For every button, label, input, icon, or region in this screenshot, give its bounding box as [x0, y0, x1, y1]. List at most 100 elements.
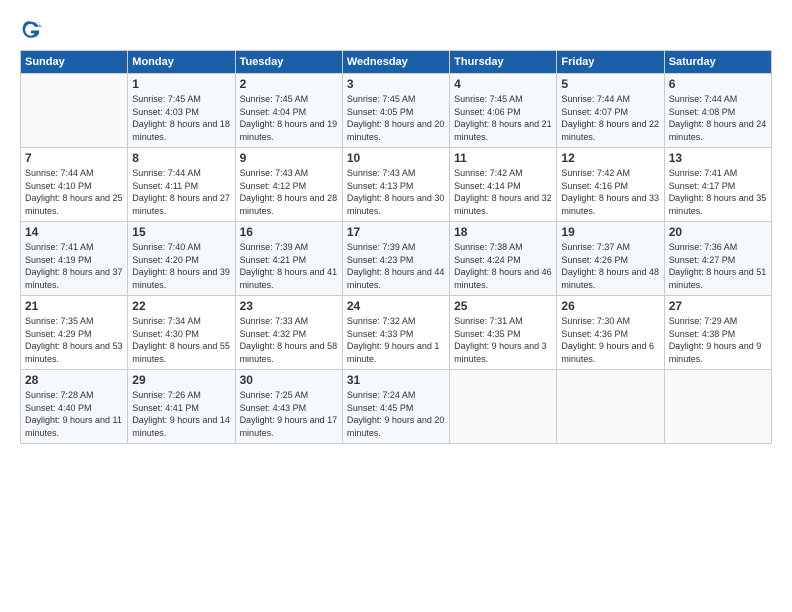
calendar-cell: 22 Sunrise: 7:34 AMSunset: 4:30 PMDayligh… [128, 296, 235, 370]
day-info: Sunrise: 7:38 AMSunset: 4:24 PMDaylight:… [454, 241, 552, 291]
day-number: 5 [561, 77, 659, 91]
calendar-cell [21, 74, 128, 148]
day-info: Sunrise: 7:42 AMSunset: 4:14 PMDaylight:… [454, 167, 552, 217]
calendar-week-row: 14Sunrise: 7:41 AMSunset: 4:19 PMDayligh… [21, 222, 772, 296]
calendar-cell: 29 Sunrise: 7:26 AMSunset: 4:41 PMDayligh… [128, 370, 235, 444]
calendar-cell [450, 370, 557, 444]
weekday-header: Friday [557, 51, 664, 74]
calendar-cell: 2 Sunrise: 7:45 AMSunset: 4:04 PMDaylight… [235, 74, 342, 148]
calendar-cell [664, 370, 771, 444]
calendar-cell: 23 Sunrise: 7:33 AMSunset: 4:32 PMDayligh… [235, 296, 342, 370]
day-number: 4 [454, 77, 552, 91]
calendar-cell: 9 Sunrise: 7:43 AMSunset: 4:12 PMDaylight… [235, 148, 342, 222]
day-number: 8 [132, 151, 230, 165]
day-info: Sunrise: 7:37 AMSunset: 4:26 PMDaylight:… [561, 241, 659, 291]
calendar-cell: 5Sunrise: 7:44 AMSunset: 4:07 PMDaylight… [557, 74, 664, 148]
logo-icon [20, 18, 42, 40]
day-info: Sunrise: 7:31 AMSunset: 4:35 PMDaylight:… [454, 315, 552, 365]
calendar-week-row: 21Sunrise: 7:35 AMSunset: 4:29 PMDayligh… [21, 296, 772, 370]
day-info: Sunrise: 7:34 AMSunset: 4:30 PMDaylight:… [132, 315, 230, 365]
day-info: Sunrise: 7:39 AMSunset: 4:23 PMDaylight:… [347, 241, 445, 291]
calendar-cell: 13 Sunrise: 7:41 AMSunset: 4:17 PMDayligh… [664, 148, 771, 222]
day-number: 11 [454, 151, 552, 165]
weekday-header: Thursday [450, 51, 557, 74]
page: SundayMondayTuesdayWednesdayThursdayFrid… [0, 0, 792, 456]
calendar-cell: 11 Sunrise: 7:42 AMSunset: 4:14 PMDayligh… [450, 148, 557, 222]
calendar-cell: 26 Sunrise: 7:30 AMSunset: 4:36 PMDayligh… [557, 296, 664, 370]
day-number: 15 [132, 225, 230, 239]
calendar-cell: 4 Sunrise: 7:45 AMSunset: 4:06 PMDaylight… [450, 74, 557, 148]
calendar-cell: 25 Sunrise: 7:31 AMSunset: 4:35 PMDayligh… [450, 296, 557, 370]
calendar-cell: 30 Sunrise: 7:25 AMSunset: 4:43 PMDayligh… [235, 370, 342, 444]
day-number: 29 [132, 373, 230, 387]
day-number: 31 [347, 373, 445, 387]
day-number: 3 [347, 77, 445, 91]
calendar-cell: 8 Sunrise: 7:44 AMSunset: 4:11 PMDaylight… [128, 148, 235, 222]
day-info: Sunrise: 7:29 AMSunset: 4:38 PMDaylight:… [669, 315, 767, 365]
calendar-cell: 18 Sunrise: 7:38 AMSunset: 4:24 PMDayligh… [450, 222, 557, 296]
calendar-cell: 7 Sunrise: 7:44 AMSunset: 4:10 PMDaylight… [21, 148, 128, 222]
day-number: 12 [561, 151, 659, 165]
day-info: Sunrise: 7:41 AMSunset: 4:17 PMDaylight:… [669, 167, 767, 217]
header-area [20, 18, 772, 40]
calendar-cell: 19 Sunrise: 7:37 AMSunset: 4:26 PMDayligh… [557, 222, 664, 296]
day-info: Sunrise: 7:44 AMSunset: 4:11 PMDaylight:… [132, 167, 230, 217]
day-number: 23 [240, 299, 338, 313]
calendar-cell: 10 Sunrise: 7:43 AMSunset: 4:13 PMDayligh… [342, 148, 449, 222]
calendar-cell: 31Sunrise: 7:24 AMSunset: 4:45 PMDayligh… [342, 370, 449, 444]
weekday-header: Saturday [664, 51, 771, 74]
day-info: Sunrise: 7:28 AMSunset: 4:40 PMDaylight:… [25, 389, 123, 439]
calendar-cell: 28 Sunrise: 7:28 AMSunset: 4:40 PMDayligh… [21, 370, 128, 444]
calendar-cell: 27 Sunrise: 7:29 AMSunset: 4:38 PMDayligh… [664, 296, 771, 370]
day-info: Sunrise: 7:44 AMSunset: 4:08 PMDaylight:… [669, 93, 767, 143]
calendar-cell: 24 Sunrise: 7:32 AMSunset: 4:33 PMDayligh… [342, 296, 449, 370]
day-number: 9 [240, 151, 338, 165]
day-info: Sunrise: 7:35 AMSunset: 4:29 PMDaylight:… [25, 315, 123, 365]
day-number: 17 [347, 225, 445, 239]
day-info: Sunrise: 7:32 AMSunset: 4:33 PMDaylight:… [347, 315, 445, 365]
calendar-cell: 15Sunrise: 7:40 AMSunset: 4:20 PMDayligh… [128, 222, 235, 296]
day-number: 1 [132, 77, 230, 91]
day-number: 18 [454, 225, 552, 239]
calendar-cell: 6 Sunrise: 7:44 AMSunset: 4:08 PMDaylight… [664, 74, 771, 148]
logo [20, 18, 46, 40]
day-info: Sunrise: 7:45 AMSunset: 4:06 PMDaylight:… [454, 93, 552, 143]
day-info: Sunrise: 7:43 AMSunset: 4:13 PMDaylight:… [347, 167, 445, 217]
day-number: 22 [132, 299, 230, 313]
weekday-header: Monday [128, 51, 235, 74]
calendar-week-row: 28 Sunrise: 7:28 AMSunset: 4:40 PMDayligh… [21, 370, 772, 444]
day-info: Sunrise: 7:45 AMSunset: 4:05 PMDaylight:… [347, 93, 445, 143]
day-number: 24 [347, 299, 445, 313]
day-info: Sunrise: 7:42 AMSunset: 4:16 PMDaylight:… [561, 167, 659, 217]
day-number: 14 [25, 225, 123, 239]
day-info: Sunrise: 7:44 AMSunset: 4:10 PMDaylight:… [25, 167, 123, 217]
day-info: Sunrise: 7:43 AMSunset: 4:12 PMDaylight:… [240, 167, 338, 217]
weekday-header: Sunday [21, 51, 128, 74]
day-number: 6 [669, 77, 767, 91]
day-info: Sunrise: 7:33 AMSunset: 4:32 PMDaylight:… [240, 315, 338, 365]
day-number: 25 [454, 299, 552, 313]
calendar-cell: 17 Sunrise: 7:39 AMSunset: 4:23 PMDayligh… [342, 222, 449, 296]
day-number: 2 [240, 77, 338, 91]
day-number: 13 [669, 151, 767, 165]
day-info: Sunrise: 7:25 AMSunset: 4:43 PMDaylight:… [240, 389, 338, 439]
calendar-week-row: 1Sunrise: 7:45 AMSunset: 4:03 PMDaylight… [21, 74, 772, 148]
calendar-cell: 12 Sunrise: 7:42 AMSunset: 4:16 PMDayligh… [557, 148, 664, 222]
calendar-cell: 16Sunrise: 7:39 AMSunset: 4:21 PMDayligh… [235, 222, 342, 296]
day-number: 27 [669, 299, 767, 313]
day-info: Sunrise: 7:39 AMSunset: 4:21 PMDaylight:… [240, 241, 338, 291]
calendar-cell: 3 Sunrise: 7:45 AMSunset: 4:05 PMDaylight… [342, 74, 449, 148]
calendar-cell: 20Sunrise: 7:36 AMSunset: 4:27 PMDayligh… [664, 222, 771, 296]
calendar-cell: 21Sunrise: 7:35 AMSunset: 4:29 PMDayligh… [21, 296, 128, 370]
day-number: 19 [561, 225, 659, 239]
day-info: Sunrise: 7:45 AMSunset: 4:04 PMDaylight:… [240, 93, 338, 143]
day-number: 30 [240, 373, 338, 387]
calendar-week-row: 7 Sunrise: 7:44 AMSunset: 4:10 PMDaylight… [21, 148, 772, 222]
day-number: 7 [25, 151, 123, 165]
day-number: 10 [347, 151, 445, 165]
day-number: 28 [25, 373, 123, 387]
weekday-header-row: SundayMondayTuesdayWednesdayThursdayFrid… [21, 51, 772, 74]
day-number: 26 [561, 299, 659, 313]
day-info: Sunrise: 7:26 AMSunset: 4:41 PMDaylight:… [132, 389, 230, 439]
day-info: Sunrise: 7:30 AMSunset: 4:36 PMDaylight:… [561, 315, 659, 365]
